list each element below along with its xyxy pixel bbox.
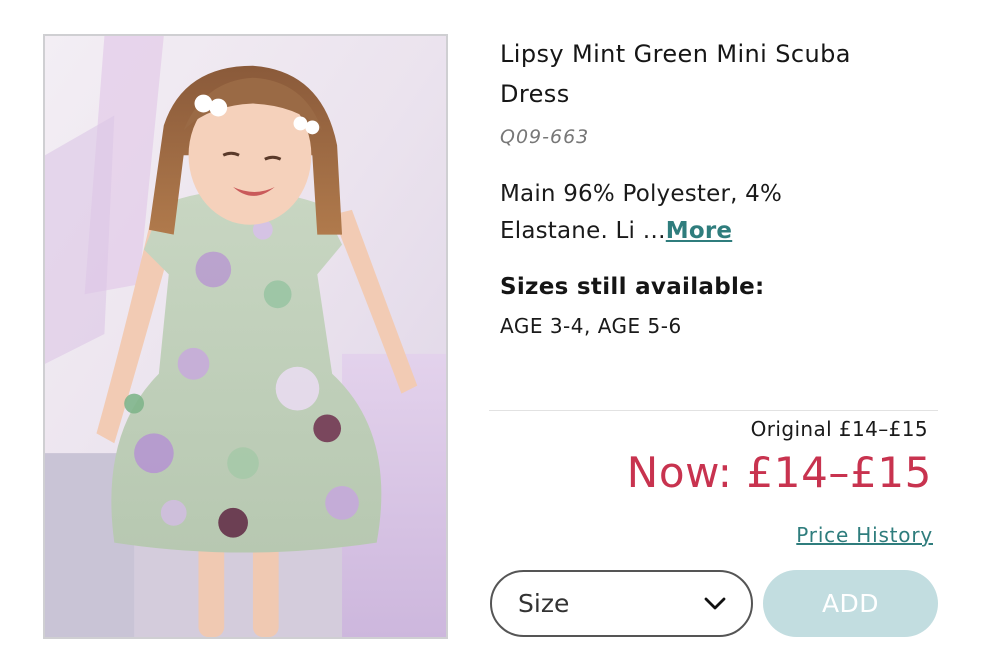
product-description: Main 96% Polyester, 4% Elastane. Li …Mor… [500,176,830,250]
sizes-heading: Sizes still available: [500,274,765,300]
product-photo-illustration [45,36,446,637]
now-price: Now: £14–£15 [626,448,932,497]
product-title: Lipsy Mint Green Mini Scuba Dress [500,40,851,108]
product-code: Q09-663 [500,126,590,148]
divider [489,410,938,411]
description-text: Main 96% Polyester, 4% Elastane. Li … [500,181,783,244]
price-history-link[interactable]: Price History [796,523,933,547]
chevron-down-icon [704,597,726,609]
product-photo[interactable] [43,34,448,639]
size-dropdown[interactable]: Size [490,570,753,637]
more-link[interactable]: More [666,218,732,244]
original-price: Original £14–£15 [750,417,928,441]
size-dropdown-label: Size [518,589,570,618]
add-to-bag-button[interactable]: ADD [763,570,938,637]
sizes-available: AGE 3-4, AGE 5-6 [500,314,682,338]
